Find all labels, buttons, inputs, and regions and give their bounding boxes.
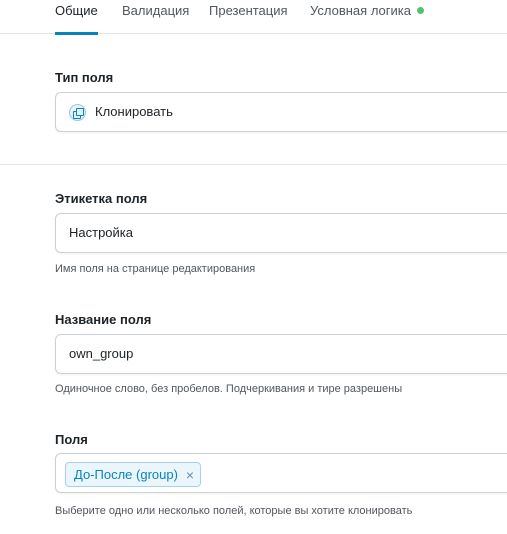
fields-help: Выберите одно или несколько полей, котор… <box>55 505 413 517</box>
field-label-input[interactable]: Настройка <box>55 213 507 253</box>
clone-icon <box>69 104 86 121</box>
tab-general[interactable]: Общие <box>55 3 98 35</box>
tab-conditional-logic[interactable]: Условная логика <box>310 3 424 34</box>
tab-validation[interactable]: Валидация <box>122 3 189 34</box>
section-divider <box>0 164 507 165</box>
fields-label: Поля <box>55 432 88 447</box>
field-name-label: Название поля <box>55 312 152 327</box>
field-type-select[interactable]: Клонировать <box>55 92 507 132</box>
field-label-help: Имя поля на странице редактирования <box>55 263 256 275</box>
status-dot-icon <box>417 7 424 14</box>
field-label-label: Этикетка поля <box>55 191 148 206</box>
field-type-label: Тип поля <box>55 70 114 85</box>
field-label-value: Настройка <box>69 225 133 240</box>
field-name-value: own_group <box>69 346 134 361</box>
tab-conditional-logic-label: Условная логика <box>310 3 411 18</box>
tab-presentation[interactable]: Презентация <box>209 3 288 34</box>
selected-field-chip: До-После (group) × <box>65 462 202 487</box>
field-name-input[interactable]: own_group <box>55 334 507 374</box>
settings-tabs: Общие Валидация Презентация Условная лог… <box>0 0 507 35</box>
fields-select[interactable]: До-После (group) × <box>55 453 507 493</box>
chip-remove-icon[interactable]: × <box>186 468 194 482</box>
selected-field-chip-label: До-После (group) <box>74 467 178 482</box>
field-type-value: Клонировать <box>95 104 173 119</box>
field-name-help: Одиночное слово, без пробелов. Подчеркив… <box>55 383 403 395</box>
